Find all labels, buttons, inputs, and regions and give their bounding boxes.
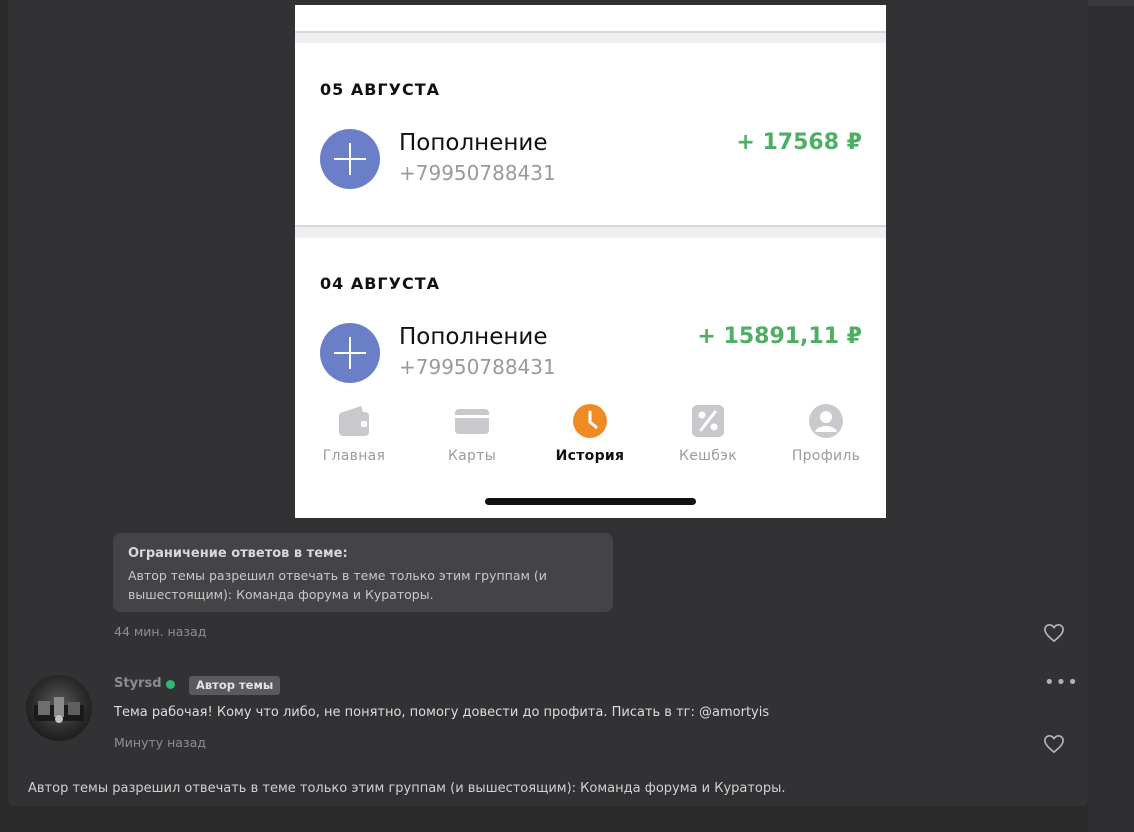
notice-text: Автор темы разрешил отвечать в теме толь… [128, 568, 547, 602]
more-options-icon[interactable]: ••• [1044, 672, 1079, 693]
post-text: Тема рабочая! Кому что либо, не понятно,… [114, 705, 770, 720]
tab-cards[interactable]: Карты [413, 398, 531, 464]
tab-profile[interactable]: Профиль [767, 398, 885, 464]
date-header: 04 АВГУСТА [320, 274, 440, 293]
transaction-title: Пополнение [399, 130, 548, 156]
tab-bar: Главная Карты История Кешбэк Профиль [295, 398, 886, 478]
tab-label: Профиль [791, 448, 861, 464]
wallet-icon [337, 404, 371, 438]
section-divider [295, 31, 886, 43]
tab-history[interactable]: История [531, 398, 649, 464]
home-indicator [485, 498, 696, 505]
transaction-phone: +79950788431 [399, 355, 556, 379]
transaction-phone: +79950788431 [399, 161, 556, 185]
like-heart-icon[interactable] [1043, 623, 1065, 643]
reply-restriction-notice: Ограничение ответов в теме: Автор темы р… [113, 533, 613, 612]
clock-icon [573, 404, 607, 438]
tab-label: Карты [447, 448, 497, 464]
tab-cashback[interactable]: Кешбэк [649, 398, 767, 464]
author-badge: Автор темы [189, 676, 281, 695]
transaction-amount: + 15891,11 ₽ [697, 324, 862, 349]
tab-label: Главная [322, 448, 386, 464]
section-divider [295, 225, 886, 238]
percent-icon [691, 404, 725, 438]
date-header: 05 АВГУСТА [320, 80, 440, 99]
like-heart-icon[interactable] [1043, 734, 1065, 754]
profile-icon [809, 404, 843, 438]
transaction-title: Пополнение [399, 324, 548, 350]
attached-screenshot[interactable]: 05 АВГУСТА Пополнение +79950788431 + 175… [295, 5, 886, 518]
plus-circle-icon [320, 323, 380, 383]
tab-label: История [555, 448, 625, 464]
plus-circle-icon [320, 129, 380, 189]
reply-restriction-footer: Автор темы разрешил отвечать в теме толь… [28, 781, 786, 796]
online-status-dot [166, 680, 175, 689]
notice-title: Ограничение ответов в теме: [128, 546, 348, 561]
sidebar-gutter [1088, 6, 1134, 832]
tab-label: Кешбэк [679, 448, 737, 464]
post-time[interactable]: 44 мин. назад [114, 624, 206, 639]
avatar[interactable] [26, 675, 92, 741]
transaction-amount: + 17568 ₽ [736, 130, 862, 155]
card-icon [455, 404, 489, 438]
tab-home[interactable]: Главная [295, 398, 413, 464]
post-time[interactable]: Минуту назад [114, 735, 206, 750]
post-username[interactable]: Styrsd [114, 676, 162, 691]
